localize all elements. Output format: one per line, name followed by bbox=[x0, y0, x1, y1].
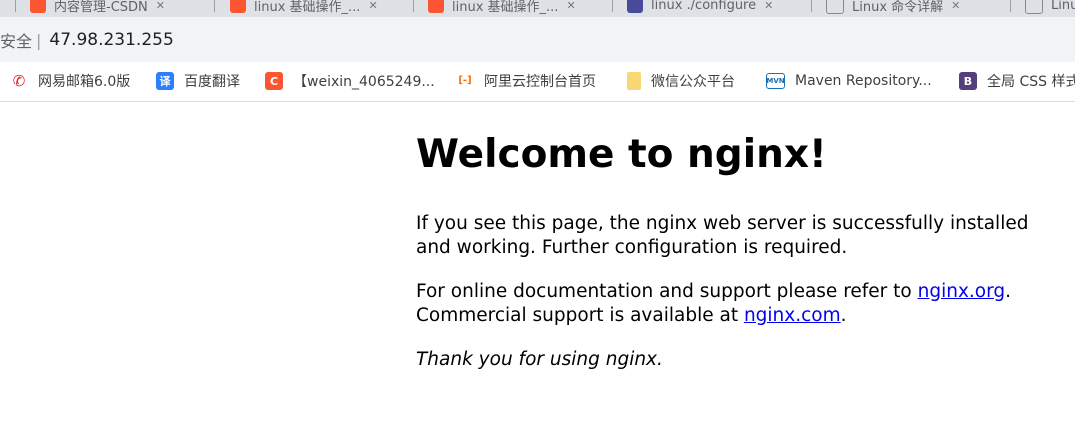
bookmark-label: 百度翻译 bbox=[184, 74, 240, 90]
bookmark-maven[interactable]: MVN Maven Repository... bbox=[766, 71, 932, 91]
browser-toolbar: 安全 | 47.98.231.255 bbox=[0, 17, 1075, 62]
bookmark-aliyun[interactable]: [-] 阿里云控制台首页 bbox=[456, 71, 596, 91]
bookmark-csdn[interactable]: C 【weixin_4065249... bbox=[265, 71, 435, 91]
tab-label: Linux 命令详解 bbox=[852, 0, 944, 15]
page-title: Welcome to nginx! bbox=[416, 132, 827, 177]
bookmark-netease-mail[interactable]: ✆ 网易邮箱6.0版 bbox=[10, 71, 130, 91]
support-text: . bbox=[840, 305, 847, 326]
bookmark-label: 【weixin_4065249... bbox=[293, 74, 435, 90]
netease-mail-icon: ✆ bbox=[10, 72, 28, 90]
docs-text: . bbox=[1005, 281, 1012, 302]
csdn-icon bbox=[30, 0, 46, 13]
bookmark-bootstrap[interactable]: B 全局 CSS 样式 bbox=[959, 71, 1075, 91]
tab-label: linux 基础操作_... bbox=[254, 0, 361, 15]
tab-0[interactable]: 内容管理-CSDN ✕ bbox=[30, 0, 165, 15]
docs-paragraph: For online documentation and support ple… bbox=[416, 280, 1056, 328]
support-text: Commercial support is available at bbox=[416, 305, 744, 326]
divider: | bbox=[36, 30, 42, 50]
tab-strip: 内容管理-CSDN ✕ linux 基础操作_... ✕ linux 基础操作_… bbox=[0, 0, 1075, 17]
aliyun-icon: [-] bbox=[456, 72, 474, 90]
close-icon[interactable]: ✕ bbox=[156, 0, 165, 12]
bookmark-baidu-translate[interactable]: 译 百度翻译 bbox=[156, 71, 240, 91]
address-bar[interactable]: 安全 | 47.98.231.255 bbox=[0, 23, 1075, 57]
bookmark-label: 微信公众平台 bbox=[651, 74, 735, 90]
close-icon[interactable]: ✕ bbox=[764, 0, 773, 12]
bookmark-label: Maven Repository... bbox=[795, 73, 932, 89]
tab-4[interactable]: Linux 命令详解 ✕ bbox=[826, 0, 960, 15]
tab-separator bbox=[413, 0, 414, 12]
maven-icon: MVN bbox=[766, 73, 785, 89]
tab-separator bbox=[214, 0, 215, 12]
baidu-translate-icon: 译 bbox=[156, 72, 174, 90]
intro-paragraph: If you see this page, the nginx web serv… bbox=[416, 213, 1029, 258]
page-body: Welcome to nginx! If you see this page, … bbox=[416, 128, 1056, 392]
close-icon[interactable]: ✕ bbox=[566, 0, 575, 12]
tab-label: linux ./configure bbox=[651, 0, 757, 13]
tab-3[interactable]: linux ./configure ✕ bbox=[627, 0, 773, 15]
folder-icon bbox=[627, 72, 641, 90]
tab-5[interactable]: Linu bbox=[1025, 0, 1075, 15]
csdn-icon bbox=[428, 0, 444, 13]
tab-2[interactable]: linux 基础操作_... ✕ bbox=[428, 0, 576, 15]
bookmark-label: 全局 CSS 样式 bbox=[987, 74, 1075, 90]
tab-label: Linu bbox=[1051, 0, 1075, 13]
tab-separator bbox=[612, 0, 613, 12]
tab-1[interactable]: linux 基础操作_... ✕ bbox=[230, 0, 378, 15]
bookmark-label: 阿里云控制台首页 bbox=[484, 74, 596, 90]
bootstrap-icon: B bbox=[959, 72, 977, 90]
thanks-text: Thank you for using nginx. bbox=[416, 349, 663, 370]
page-icon bbox=[627, 0, 643, 13]
url-text[interactable]: 47.98.231.255 bbox=[49, 30, 173, 50]
bookmark-wechat-mp[interactable]: 微信公众平台 bbox=[627, 71, 735, 91]
thanks-paragraph: Thank you for using nginx. bbox=[416, 348, 1056, 372]
tab-separator bbox=[1010, 0, 1011, 12]
tab-label: 内容管理-CSDN bbox=[54, 0, 148, 15]
close-icon[interactable]: ✕ bbox=[368, 0, 377, 12]
tab-separator bbox=[811, 0, 812, 12]
tab-separator bbox=[15, 0, 16, 12]
csdn-icon bbox=[230, 0, 246, 13]
docs-text: For online documentation and support ple… bbox=[416, 281, 918, 302]
page-icon bbox=[826, 0, 844, 14]
bookmarks-bar: ✆ 网易邮箱6.0版 译 百度翻译 C 【weixin_4065249... [… bbox=[0, 62, 1075, 102]
nginx-com-link[interactable]: nginx.com bbox=[744, 305, 841, 326]
nginx-org-link[interactable]: nginx.org bbox=[918, 281, 1006, 302]
tab-label: linux 基础操作_... bbox=[452, 0, 559, 15]
page-icon bbox=[1025, 0, 1043, 14]
close-icon[interactable]: ✕ bbox=[951, 0, 960, 12]
bookmark-label: 网易邮箱6.0版 bbox=[38, 74, 131, 90]
security-indicator[interactable]: 安全 bbox=[0, 28, 32, 52]
csdn-icon: C bbox=[265, 72, 283, 90]
